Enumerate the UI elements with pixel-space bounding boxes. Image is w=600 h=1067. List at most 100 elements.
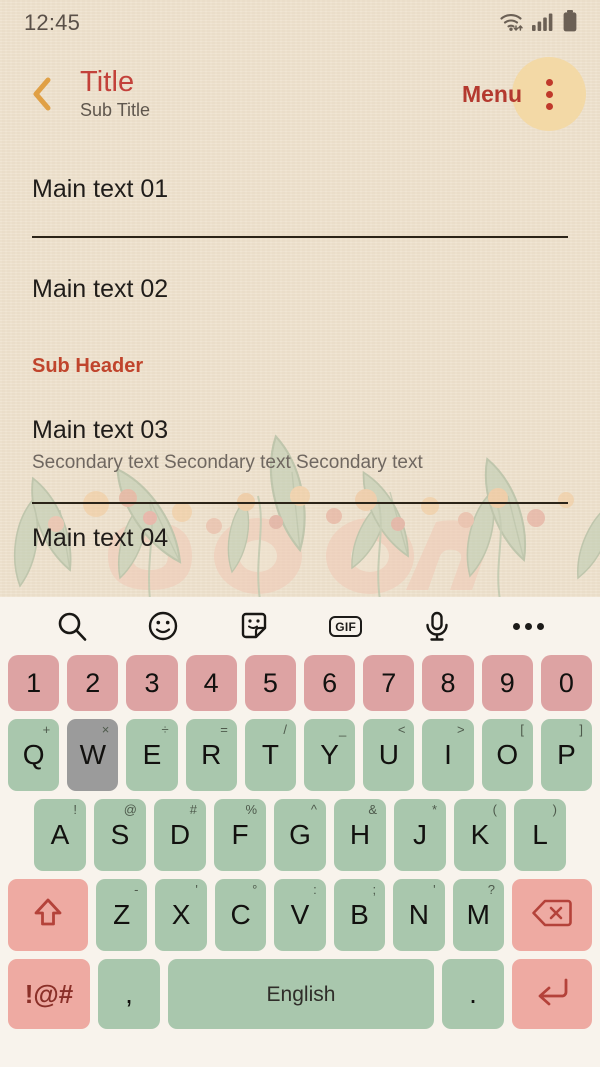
key-n[interactable]: ' N: [393, 879, 445, 951]
key-superscript: ): [552, 802, 557, 817]
key-label: H: [349, 819, 371, 850]
key-label: 8: [440, 667, 456, 698]
shift-key[interactable]: [8, 879, 89, 951]
key-f[interactable]: % F: [214, 799, 266, 871]
key-q[interactable]: + Q: [7, 719, 60, 791]
key-label: 0: [558, 667, 574, 698]
gif-label: GIF: [329, 615, 363, 637]
period-key[interactable]: .: [442, 959, 504, 1029]
key-y[interactable]: _ Y: [304, 719, 356, 791]
key-a[interactable]: ! A: [34, 799, 86, 871]
gif-icon[interactable]: GIF: [323, 603, 369, 649]
list-item[interactable]: Main text 03 Secondary text Secondary te…: [0, 390, 600, 502]
key-label: K: [470, 819, 490, 850]
phone-screen: 12:45 Title Sub Title Menu Main text 01 …: [0, 0, 600, 1067]
key-label: 4: [203, 667, 219, 698]
backspace-key[interactable]: [511, 879, 592, 951]
key-label: B: [350, 899, 369, 930]
key-superscript: @: [123, 802, 137, 817]
key-superscript: #: [189, 802, 197, 817]
key-2[interactable]: 2: [67, 655, 119, 711]
key-b[interactable]: ; B: [333, 879, 386, 951]
key-superscript: ]: [579, 722, 584, 737]
comma-key[interactable]: ,: [98, 959, 160, 1029]
menu-area: Menu: [462, 57, 586, 131]
key-w[interactable]: × W: [67, 719, 119, 791]
key-superscript: !: [73, 802, 77, 817]
enter-key[interactable]: [512, 959, 592, 1029]
list-item-main-text: Main text 02: [32, 275, 169, 304]
space-key[interactable]: English: [168, 959, 434, 1029]
key-l[interactable]: ) L: [514, 799, 566, 871]
enter-arrow-icon: [533, 975, 571, 1014]
symbols-key[interactable]: !@#: [8, 959, 90, 1029]
key-8[interactable]: 8: [422, 655, 474, 711]
key-i[interactable]: > I: [422, 719, 474, 791]
key-label: English: [266, 982, 336, 1006]
key-label: I: [444, 739, 452, 770]
sticker-icon[interactable]: [231, 603, 277, 649]
key-superscript: ÷: [161, 722, 169, 737]
key-label: A: [50, 819, 70, 850]
key-label: L: [532, 819, 548, 850]
key-label: V: [290, 899, 310, 930]
chevron-left-icon: [29, 74, 55, 119]
key-e[interactable]: ÷ E: [126, 719, 178, 791]
key-c[interactable]: ° C: [214, 879, 267, 951]
key-6[interactable]: 6: [304, 655, 356, 711]
back-button[interactable]: [22, 74, 62, 118]
battery-icon: [562, 9, 578, 38]
backspace-icon: [531, 897, 573, 934]
emoji-icon[interactable]: [140, 603, 186, 649]
overflow-menu-button[interactable]: [512, 57, 586, 131]
key-v[interactable]: :V: [274, 879, 326, 951]
key-superscript: =: [220, 722, 228, 737]
key-superscript: ^: [310, 802, 317, 817]
menu-button[interactable]: Menu: [462, 81, 522, 108]
list-item-main-text: Main text 04: [32, 524, 169, 553]
key-r[interactable]: = R: [185, 719, 237, 791]
content-list: Main text 01 Main text 02 Sub Header Mai…: [0, 144, 600, 574]
key-3[interactable]: 3: [126, 655, 178, 711]
microphone-icon[interactable]: [414, 603, 460, 649]
key-label: T: [261, 739, 279, 770]
key-d[interactable]: # D: [154, 799, 206, 871]
key-label: Z: [113, 899, 131, 930]
wifi-icon: [498, 10, 524, 37]
key-p[interactable]: ] P: [540, 719, 593, 791]
keyboard-row-qwerty: + Q × W ÷ E = R / T _ Y < U > I [O ] P: [0, 719, 600, 791]
key-superscript: ×: [101, 722, 110, 737]
keyboard-row-asdf: ! A @ S # D % F ^ G & H * J (K ) L: [0, 799, 600, 871]
page-title: Title: [80, 65, 135, 98]
key-7[interactable]: 7: [363, 655, 415, 711]
key-s[interactable]: @ S: [94, 799, 146, 871]
key-label: 2: [85, 667, 101, 698]
key-g[interactable]: ^ G: [274, 799, 326, 871]
list-item[interactable]: Main text 01: [0, 144, 600, 236]
key-1[interactable]: 1: [7, 655, 60, 711]
list-item-secondary-text: Secondary text Secondary text Secondary …: [32, 451, 423, 473]
key-4[interactable]: 4: [185, 655, 237, 711]
list-item[interactable]: Main text 04: [0, 504, 600, 574]
key-k[interactable]: (K: [454, 799, 506, 871]
key-9[interactable]: 9: [481, 655, 533, 711]
key-j[interactable]: * J: [394, 799, 446, 871]
key-label: Q: [22, 739, 45, 770]
key-x[interactable]: ' X: [155, 879, 207, 951]
key-u[interactable]: < U: [363, 719, 415, 791]
key-superscript: %: [245, 802, 257, 817]
key-o[interactable]: [O: [481, 719, 533, 791]
status-bar: 12:45: [0, 0, 600, 46]
more-horizontal-icon[interactable]: [505, 603, 551, 649]
key-superscript: >: [457, 722, 465, 737]
key-m[interactable]: ? M: [452, 879, 504, 951]
key-t[interactable]: / T: [244, 719, 296, 791]
search-icon[interactable]: [49, 603, 95, 649]
key-z[interactable]: -Z: [96, 879, 148, 951]
key-label: M: [466, 899, 490, 930]
key-5[interactable]: 5: [244, 655, 296, 711]
key-0[interactable]: 0: [540, 655, 593, 711]
list-item[interactable]: Main text 02: [0, 238, 600, 342]
list-item-main-text: Main text 03: [32, 416, 169, 445]
key-h[interactable]: & H: [334, 799, 386, 871]
